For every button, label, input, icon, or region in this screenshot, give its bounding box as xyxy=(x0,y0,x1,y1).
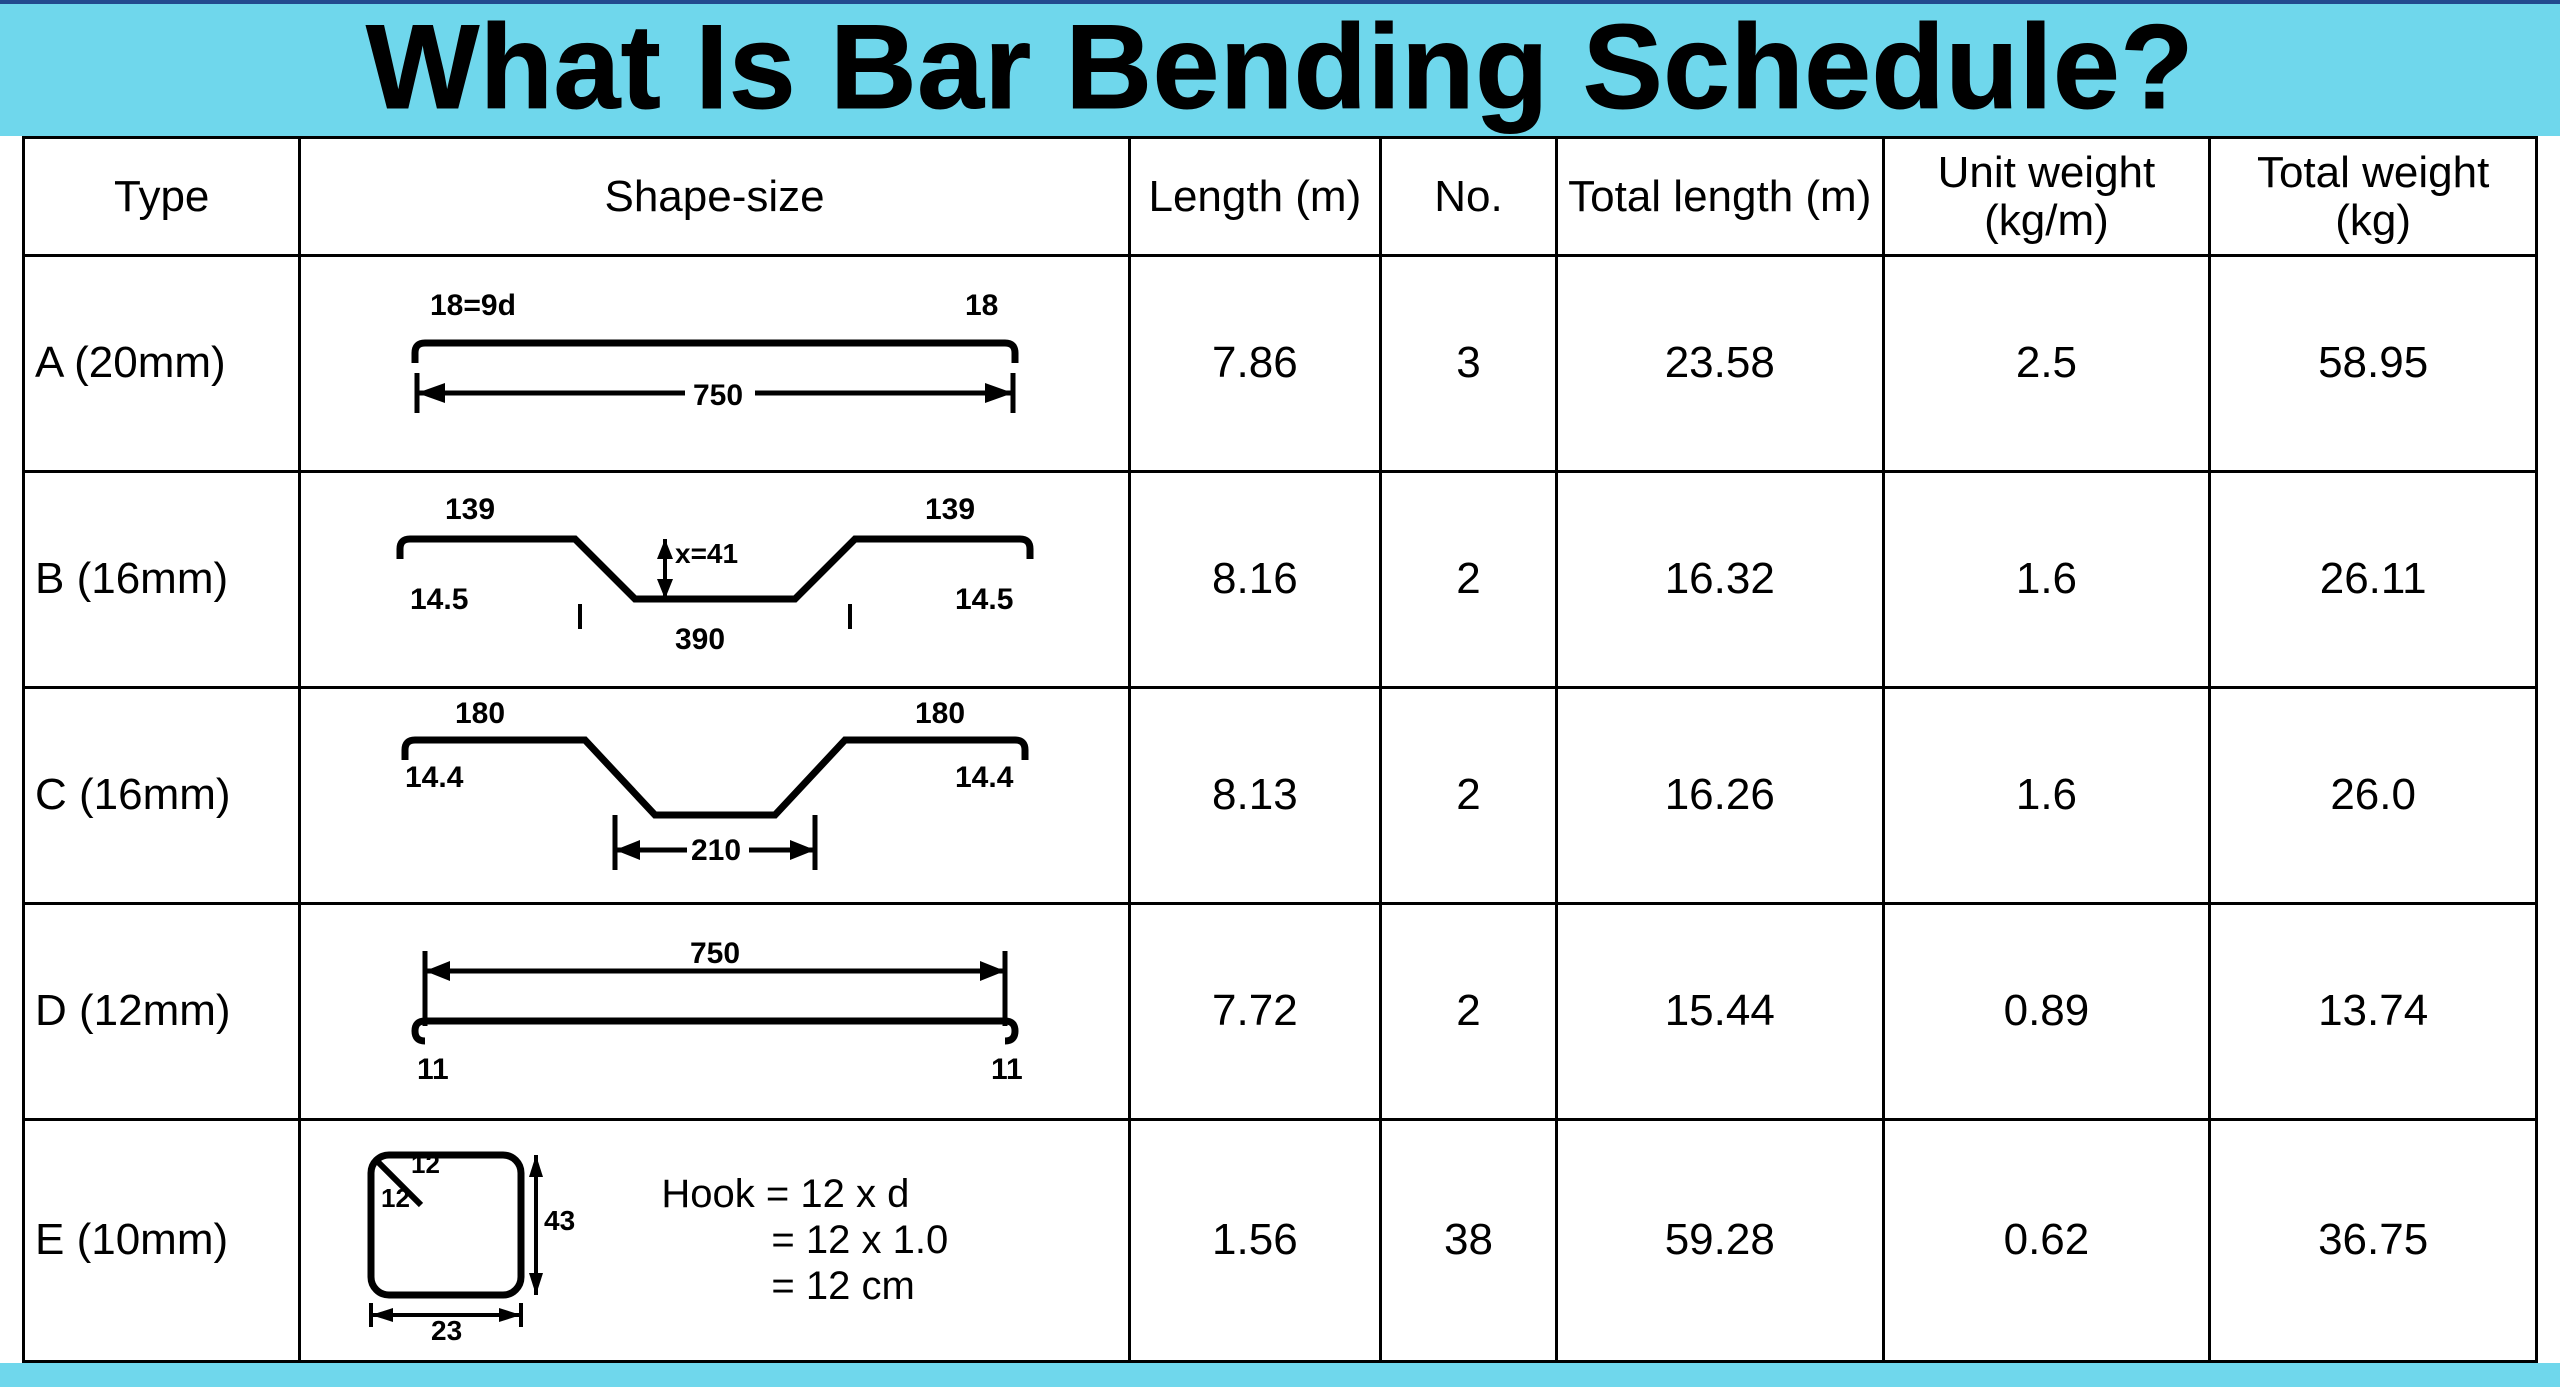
hook-note-line: Hook = 12 x d xyxy=(661,1171,948,1217)
type-cell: D (12mm) xyxy=(24,903,300,1119)
unit-weight-cell: 1.6 xyxy=(1883,471,2210,687)
table-row: D (12mm) 750 11 11 xyxy=(24,903,2537,1119)
svg-text:18=9d: 18=9d xyxy=(430,289,516,322)
type-cell: B (16mm) xyxy=(24,471,300,687)
no-cell: 2 xyxy=(1381,903,1557,1119)
bar-shape-icon: 18=9d 18 750 xyxy=(355,283,1075,443)
unit-weight-cell: 0.89 xyxy=(1883,903,2210,1119)
length-cell: 8.16 xyxy=(1129,471,1380,687)
svg-text:14.4: 14.4 xyxy=(405,761,464,794)
total-weight-cell: 36.75 xyxy=(2210,1119,2537,1361)
shape-cell: 180 180 14.4 14.4 210 xyxy=(300,687,1129,903)
table-row: A (20mm) 18=9d 18 750 7.8 xyxy=(24,255,2537,471)
header-length: Length (m) xyxy=(1129,138,1380,256)
svg-text:210: 210 xyxy=(691,834,741,867)
svg-text:14.5: 14.5 xyxy=(955,583,1013,616)
total-length-cell: 15.44 xyxy=(1556,903,1883,1119)
total-weight-cell: 58.95 xyxy=(2210,255,2537,471)
svg-text:750: 750 xyxy=(690,937,740,970)
hook-note: Hook = 12 x d = 12 x 1.0 = 12 cm xyxy=(661,1171,948,1309)
svg-text:180: 180 xyxy=(455,697,505,730)
total-length-cell: 23.58 xyxy=(1556,255,1883,471)
no-cell: 38 xyxy=(1381,1119,1557,1361)
header-total-weight: Total weight (kg) xyxy=(2210,138,2537,256)
svg-text:139: 139 xyxy=(445,493,495,526)
svg-text:11: 11 xyxy=(991,1053,1023,1086)
svg-text:43: 43 xyxy=(544,1205,575,1236)
header-total-length: Total length (m) xyxy=(1556,138,1883,256)
type-cell: C (16mm) xyxy=(24,687,300,903)
bar-shape-icon: 12 12 43 23 xyxy=(341,1135,621,1345)
bar-shape-icon: 180 180 14.4 14.4 210 xyxy=(355,695,1075,895)
total-length-cell: 16.26 xyxy=(1556,687,1883,903)
bar-shape-icon: 750 11 11 xyxy=(355,921,1075,1101)
header-no: No. xyxy=(1381,138,1557,256)
svg-text:14.4: 14.4 xyxy=(955,761,1014,794)
type-cell: A (20mm) xyxy=(24,255,300,471)
svg-text:12: 12 xyxy=(381,1183,410,1213)
length-cell: 1.56 xyxy=(1129,1119,1380,1361)
unit-weight-cell: 2.5 xyxy=(1883,255,2210,471)
hook-note-line: = 12 cm xyxy=(661,1263,948,1309)
shape-cell: 12 12 43 23 xyxy=(300,1119,1129,1361)
table-row: B (16mm) 139 139 14.5 14.5 x=41 390 xyxy=(24,471,2537,687)
title-band: What Is Bar Bending Schedule? xyxy=(0,0,2560,136)
page-title: What Is Bar Bending Schedule? xyxy=(0,4,2560,136)
total-weight-cell: 26.0 xyxy=(2210,687,2537,903)
header-shape: Shape-size xyxy=(300,138,1129,256)
hook-note-line: = 12 x 1.0 xyxy=(661,1217,948,1263)
table-row: E (10mm) 12 12 43 xyxy=(24,1119,2537,1361)
no-cell: 3 xyxy=(1381,255,1557,471)
bbs-table: Type Shape-size Length (m) No. Total len… xyxy=(22,136,2538,1363)
no-cell: 2 xyxy=(1381,687,1557,903)
no-cell: 2 xyxy=(1381,471,1557,687)
bar-shape-icon: 139 139 14.5 14.5 x=41 390 xyxy=(355,489,1075,669)
shape-cell: 139 139 14.5 14.5 x=41 390 xyxy=(300,471,1129,687)
svg-text:180: 180 xyxy=(915,697,965,730)
svg-text:390: 390 xyxy=(675,623,725,656)
header-unit-weight: Unit weight (kg/m) xyxy=(1883,138,2210,256)
svg-text:18: 18 xyxy=(965,289,998,322)
svg-text:12: 12 xyxy=(411,1149,440,1179)
shape-cell: 18=9d 18 750 xyxy=(300,255,1129,471)
total-length-cell: 59.28 xyxy=(1556,1119,1883,1361)
svg-text:x=41: x=41 xyxy=(675,538,738,569)
svg-text:750: 750 xyxy=(693,379,743,412)
shape-cell: 750 11 11 xyxy=(300,903,1129,1119)
total-weight-cell: 13.74 xyxy=(2210,903,2537,1119)
unit-weight-cell: 1.6 xyxy=(1883,687,2210,903)
svg-text:11: 11 xyxy=(417,1053,449,1086)
header-type: Type xyxy=(24,138,300,256)
total-weight-cell: 26.11 xyxy=(2210,471,2537,687)
type-cell: E (10mm) xyxy=(24,1119,300,1361)
length-cell: 7.86 xyxy=(1129,255,1380,471)
length-cell: 7.72 xyxy=(1129,903,1380,1119)
unit-weight-cell: 0.62 xyxy=(1883,1119,2210,1361)
length-cell: 8.13 xyxy=(1129,687,1380,903)
svg-text:14.5: 14.5 xyxy=(410,583,468,616)
total-length-cell: 16.32 xyxy=(1556,471,1883,687)
svg-text:139: 139 xyxy=(925,493,975,526)
bottom-band xyxy=(0,1363,2560,1387)
table-row: C (16mm) 180 180 14.4 14.4 xyxy=(24,687,2537,903)
header-row: Type Shape-size Length (m) No. Total len… xyxy=(24,138,2537,256)
